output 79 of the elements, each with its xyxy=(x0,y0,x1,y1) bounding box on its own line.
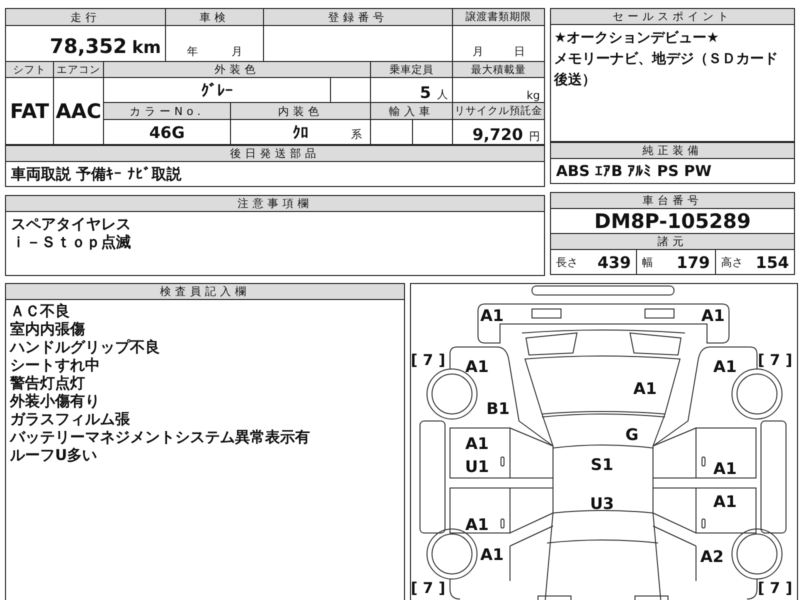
equipment-value: ABS ｴｱB ｱﾙﾐ PS PW xyxy=(555,161,713,182)
section-header: 純正装備 xyxy=(551,143,794,159)
dimension-value: 439 xyxy=(597,252,631,272)
damage-code: A1 xyxy=(480,306,504,325)
field-label: シフト xyxy=(6,62,53,77)
field-label: リサイクル預託金 xyxy=(453,103,544,119)
inspector-note: ガラスフィルム張 xyxy=(10,410,131,428)
damage-code: B1 xyxy=(486,399,510,418)
inspector-note: ＡＣ不良 xyxy=(10,302,71,320)
aircon-value: AAC xyxy=(54,78,103,144)
unit-label: 月 xyxy=(231,44,242,59)
damage-code: A1 xyxy=(465,434,489,453)
later-parts-value: 車両取説 予備ｷｰ ﾅﾋﾞ取説 xyxy=(10,164,182,185)
dimension-value: 179 xyxy=(676,252,710,272)
capacity-value: 5 xyxy=(420,83,431,102)
section-header: 後日発送部品 xyxy=(6,146,544,162)
tire-rating: [ 7 ] xyxy=(411,579,446,597)
color-number-value: 46G xyxy=(104,120,230,144)
mileage-value: 78,352 xyxy=(50,34,127,58)
unit-label: 日 xyxy=(514,44,525,59)
damage-code: A1 xyxy=(480,545,504,564)
damage-code: U3 xyxy=(590,494,614,513)
inspector-note: 室内内張傷 xyxy=(10,320,86,338)
section-header: 諸元 xyxy=(551,233,794,250)
caution-note: スペアタイヤレス xyxy=(11,215,132,233)
unit-label: 系 xyxy=(351,127,362,142)
field-label: 譲渡書類期限 xyxy=(453,9,544,25)
caution-note: ｉ－Ｓｔｏｐ点滅 xyxy=(11,233,132,251)
damage-code: A2 xyxy=(700,547,724,566)
inspector-note: シートすれ中 xyxy=(10,356,101,374)
inspector-note: 警告灯点灯 xyxy=(10,374,86,392)
section-header: 検査員記入欄 xyxy=(6,284,404,300)
damage-code: U1 xyxy=(464,457,490,476)
damage-code: A1 xyxy=(713,492,737,511)
recycle-fee-value: 9,720 xyxy=(472,125,523,144)
section-header: 車台番号 xyxy=(551,193,794,209)
damage-code: A1 xyxy=(701,306,725,325)
damage-code: G xyxy=(625,425,639,444)
damage-code: A1 xyxy=(465,357,489,376)
field-label: 乗車定員 xyxy=(371,62,452,77)
damage-code: A1 xyxy=(465,515,489,534)
field-label: 外装色 xyxy=(104,62,370,77)
field-label: 輸入車 xyxy=(371,103,452,119)
chassis-number: DM8P-105289 xyxy=(593,209,752,233)
tire-rating: [ 7 ] xyxy=(411,351,446,369)
unit-label: km xyxy=(132,38,161,58)
field-label: 内装色 xyxy=(231,103,370,119)
section-header: 注意事項欄 xyxy=(6,196,544,212)
dimension-label: 幅 xyxy=(642,254,653,270)
inspector-note: ハンドルグリップ不良 xyxy=(10,338,161,356)
tire-rating: [ 7 ] xyxy=(758,579,792,597)
unit-label: 年 xyxy=(186,44,198,59)
dimension-label: 高さ xyxy=(720,254,743,270)
dimension-label: 長さ xyxy=(556,254,578,270)
sales-point: メモリーナビ、地デジ（ＳＤカード後送） xyxy=(554,50,779,90)
field-label: 登録番号 xyxy=(264,9,452,25)
field-label: 走行 xyxy=(6,9,165,25)
unit-label: 月 xyxy=(472,44,484,59)
damage-code: A1 xyxy=(713,357,737,376)
damage-code: A1 xyxy=(633,379,657,398)
inspector-note: バッテリーマネジメントシステム異常表示有 xyxy=(10,428,311,446)
inspector-note: 外装小傷有り xyxy=(10,392,101,410)
inspector-note: ルーフU多い xyxy=(10,446,98,464)
exterior-color-value: ｸﾞﾚｰ xyxy=(104,78,330,102)
unit-label: 円 xyxy=(529,129,540,144)
section-header: セールスポイント xyxy=(551,9,794,25)
sales-point: ★オークションデビュー★ xyxy=(554,29,720,48)
damage-code: A1 xyxy=(713,459,737,478)
dimension-value: 154 xyxy=(756,252,789,272)
shift-value: FAT xyxy=(6,78,53,144)
unit-label: kg xyxy=(526,89,540,102)
unit-label: 人 xyxy=(437,87,448,102)
field-label: 車検 xyxy=(166,9,263,25)
field-label: エアコン xyxy=(54,62,103,77)
field-label: 最大積載量 xyxy=(453,62,544,77)
damage-code: S1 xyxy=(590,455,614,474)
field-label: カラーNo. xyxy=(104,103,230,119)
tire-rating: [ 7 ] xyxy=(758,351,792,369)
interior-color-value: ｸﾛ xyxy=(292,122,308,142)
